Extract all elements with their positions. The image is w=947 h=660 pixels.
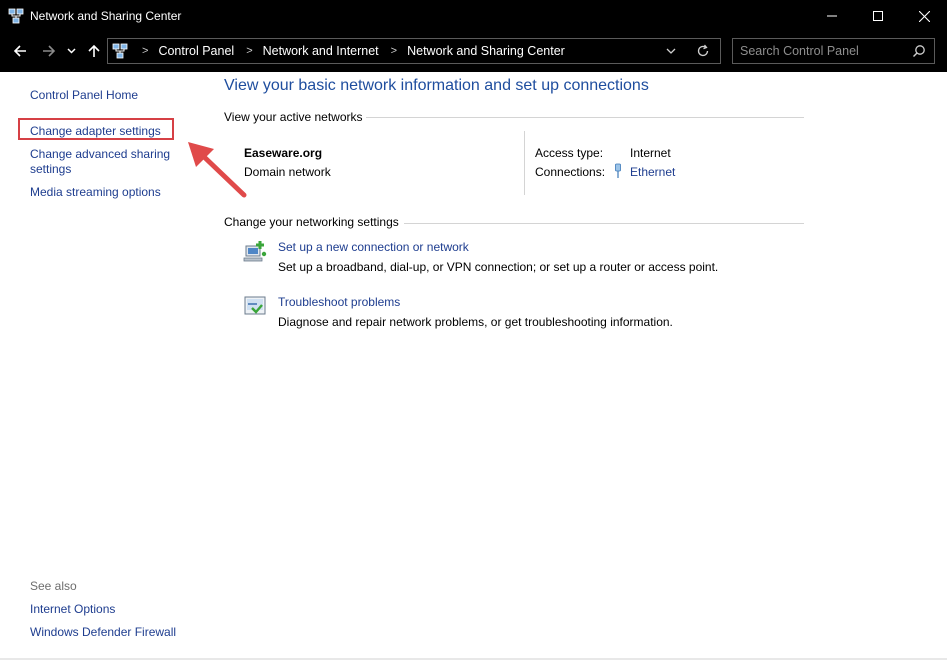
set-up-connection-link[interactable]: Set up a new connection or network xyxy=(278,240,469,254)
access-type-label: Access type: xyxy=(535,146,604,160)
access-type-value: Internet xyxy=(630,146,671,160)
title-bar: Network and Sharing Center xyxy=(0,0,947,32)
refresh-icon[interactable] xyxy=(696,44,710,58)
address-dropdown-icon[interactable] xyxy=(666,48,676,55)
chevron-right-icon[interactable]: > xyxy=(142,45,148,57)
search-input[interactable] xyxy=(740,42,900,60)
up-button[interactable] xyxy=(83,40,105,62)
network-name: Easeware.org xyxy=(244,146,323,160)
media-streaming-options-link[interactable]: Media streaming options xyxy=(30,185,161,200)
recent-locations-button[interactable] xyxy=(63,40,79,62)
troubleshoot-problems-link[interactable]: Troubleshoot problems xyxy=(278,295,400,309)
breadcrumb: > Control Panel > Network and Internet >… xyxy=(134,39,565,63)
minimize-button[interactable] xyxy=(809,0,855,32)
link-line-2: settings xyxy=(30,162,72,176)
search-box[interactable] xyxy=(732,38,935,64)
networking-settings-label: Change your networking settings xyxy=(224,215,399,229)
maximize-button[interactable] xyxy=(855,0,901,32)
divider xyxy=(524,131,525,195)
close-button[interactable] xyxy=(901,0,947,32)
maximize-icon xyxy=(873,11,883,21)
ethernet-link[interactable]: Ethernet xyxy=(630,165,675,179)
network-app-icon xyxy=(8,8,24,24)
connections-label: Connections: xyxy=(535,165,606,179)
search-icon[interactable] xyxy=(912,44,926,58)
annotation-arrow-icon xyxy=(188,142,247,198)
page-title: View your basic network information and … xyxy=(224,77,649,94)
chevron-right-icon[interactable]: > xyxy=(246,45,252,57)
minimize-icon xyxy=(827,15,837,17)
new-connection-icon xyxy=(243,241,267,262)
link-line-1: Change advanced sharing xyxy=(30,147,171,161)
windows-defender-firewall-link[interactable]: Windows Defender Firewall xyxy=(30,625,176,640)
crumb-network-and-internet[interactable]: Network and Internet xyxy=(263,44,379,58)
address-field[interactable]: > Control Panel > Network and Internet >… xyxy=(107,38,721,64)
back-button[interactable] xyxy=(9,40,31,62)
change-advanced-sharing-settings-link[interactable]: Change advanced sharing settings xyxy=(30,147,170,177)
close-icon xyxy=(918,10,930,22)
control-panel-icon xyxy=(112,43,128,59)
chevron-right-icon[interactable]: > xyxy=(391,45,397,57)
set-up-connection-description: Set up a broadband, dial-up, or VPN conn… xyxy=(278,260,719,274)
crumb-control-panel[interactable]: Control Panel xyxy=(158,44,234,58)
address-bar: > Control Panel > Network and Internet >… xyxy=(0,32,947,72)
troubleshoot-icon xyxy=(244,296,266,315)
chevron-down-icon xyxy=(66,48,76,54)
internet-options-link[interactable]: Internet Options xyxy=(30,602,115,617)
arrow-right-icon xyxy=(43,45,56,57)
troubleshoot-problems-description: Diagnose and repair network problems, or… xyxy=(278,315,673,329)
forward-button[interactable] xyxy=(38,40,60,62)
divider xyxy=(366,117,804,118)
control-panel-home-link[interactable]: Control Panel Home xyxy=(30,88,138,103)
ethernet-icon xyxy=(615,163,621,178)
network-type-link[interactable]: Domain network xyxy=(244,165,331,179)
change-adapter-settings-link[interactable]: Change adapter settings xyxy=(30,124,161,139)
divider xyxy=(404,223,804,224)
arrow-left-icon xyxy=(13,45,26,57)
crumb-network-and-sharing-center[interactable]: Network and Sharing Center xyxy=(407,44,565,58)
active-networks-label: View your active networks xyxy=(224,110,363,124)
see-also-label: See also xyxy=(30,579,77,593)
arrow-up-icon xyxy=(88,44,100,57)
window-title: Network and Sharing Center xyxy=(30,9,182,23)
